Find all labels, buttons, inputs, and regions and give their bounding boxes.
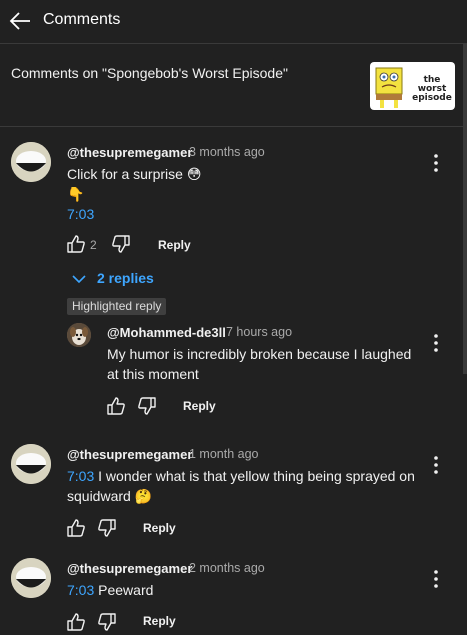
reply-author[interactable]: @Mohammed-de3ll [107, 325, 226, 340]
thumbs-up-icon[interactable] [66, 518, 86, 538]
more-options-icon[interactable] [426, 455, 446, 475]
reply-text-line2: at this moment [107, 366, 199, 382]
comment-author[interactable]: @thesupremegamer [67, 447, 192, 462]
reply-time[interactable]: 7 hours ago [226, 325, 292, 339]
comment-author[interactable]: @thesupremegamer [67, 561, 192, 576]
comment-text-line2: squidward 🤔 [67, 488, 153, 504]
timestamp-link[interactable]: 7:03 [67, 468, 94, 484]
thumbs-up-icon[interactable] [66, 234, 86, 254]
reply-button[interactable]: Reply [143, 614, 176, 628]
more-options-icon[interactable] [426, 153, 446, 173]
like-count: 2 [90, 238, 97, 252]
comment-time[interactable]: 1 month ago [189, 447, 259, 461]
replies-count-label: 2 replies [97, 270, 154, 286]
chevron-down-icon [72, 275, 86, 284]
thumbnail-caption: the worst episode [412, 75, 452, 103]
rice-bowl-icon [11, 444, 51, 484]
avatar[interactable] [67, 323, 91, 347]
comment-text: 7:03 I wonder what is that yellow thing … [67, 468, 415, 484]
more-options-icon[interactable] [426, 333, 446, 353]
timestamp-link[interactable]: 7:03 [67, 582, 94, 598]
pointing-down-emoji: 👇 [67, 186, 85, 202]
avatar[interactable] [11, 558, 51, 598]
comment-time[interactable]: 2 months ago [189, 561, 265, 575]
comment-text: 7:03 Peeward [67, 582, 154, 598]
page-title: Comments [43, 11, 121, 28]
dog-avatar-icon [67, 323, 91, 347]
timestamp-link[interactable]: 7:03 [67, 204, 94, 224]
avatar[interactable] [11, 142, 51, 182]
arrow-left-icon[interactable] [9, 11, 31, 31]
reply-text-line1: My humor is incredibly broken because I … [107, 346, 412, 362]
spongebob-image [375, 67, 403, 108]
comment-time[interactable]: 3 months ago [189, 145, 265, 159]
divider [0, 126, 467, 127]
rice-bowl-icon [11, 558, 51, 598]
comment-author[interactable]: @thesupremegamer [67, 145, 192, 160]
rice-bowl-icon [11, 142, 51, 182]
thumbs-up-icon[interactable] [66, 612, 86, 632]
thumbs-down-icon[interactable] [97, 518, 117, 538]
highlighted-reply-badge: Highlighted reply [67, 298, 167, 315]
thumbs-up-icon[interactable] [106, 396, 126, 416]
scrollbar[interactable] [463, 44, 467, 374]
video-thumbnail[interactable]: the worst episode [370, 62, 455, 110]
reply-button[interactable]: Reply [143, 521, 176, 535]
comment-text: Click for a surprise 😳 [67, 166, 202, 182]
comments-header: Comments [0, 0, 467, 44]
reply-button[interactable]: Reply [183, 399, 216, 413]
thumbs-down-icon[interactable] [97, 612, 117, 632]
thumbs-down-icon[interactable] [137, 396, 157, 416]
video-title: Comments on "Spongebob's Worst Episode" [11, 65, 288, 81]
avatar[interactable] [11, 444, 51, 484]
more-options-icon[interactable] [426, 569, 446, 589]
thumbs-down-icon[interactable] [111, 234, 131, 254]
reply-button[interactable]: Reply [158, 238, 191, 252]
